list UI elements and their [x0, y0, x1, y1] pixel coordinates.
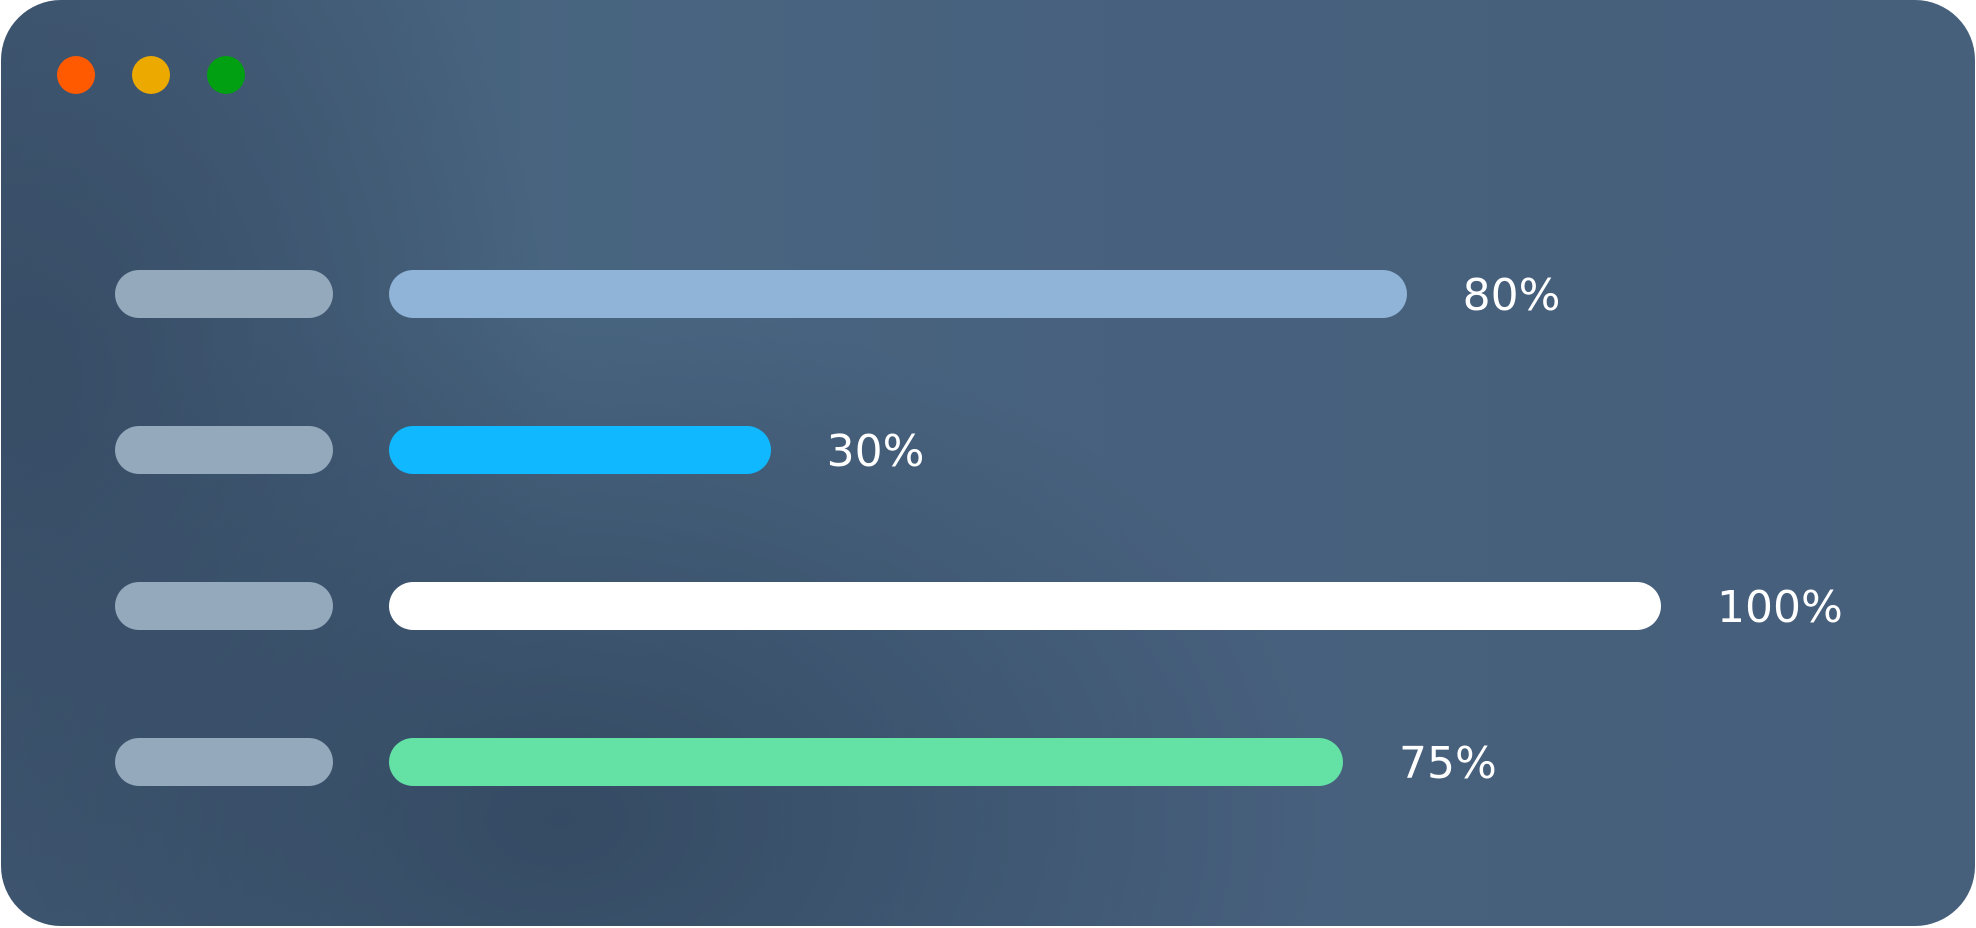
bar-3	[389, 582, 1661, 630]
bar-value-label-1: 80%	[1462, 270, 1561, 321]
bar-1	[389, 270, 1407, 318]
category-label-placeholder-1	[115, 270, 333, 318]
bar-value-label-2: 30%	[826, 426, 925, 477]
bar-value-label-4: 75%	[1399, 738, 1497, 789]
category-label-placeholder-2	[115, 426, 333, 474]
category-label-placeholder-3	[115, 582, 333, 630]
bar-2	[389, 426, 771, 474]
category-label-placeholder-4	[115, 738, 333, 786]
bar-4	[389, 738, 1343, 786]
app-window: 80% 30% 100% 75%	[1, 0, 1975, 926]
minimize-window-button[interactable]	[132, 56, 170, 94]
close-window-button[interactable]	[57, 56, 95, 94]
maximize-window-button[interactable]	[207, 56, 245, 94]
bar-value-label-3: 100%	[1717, 582, 1843, 633]
